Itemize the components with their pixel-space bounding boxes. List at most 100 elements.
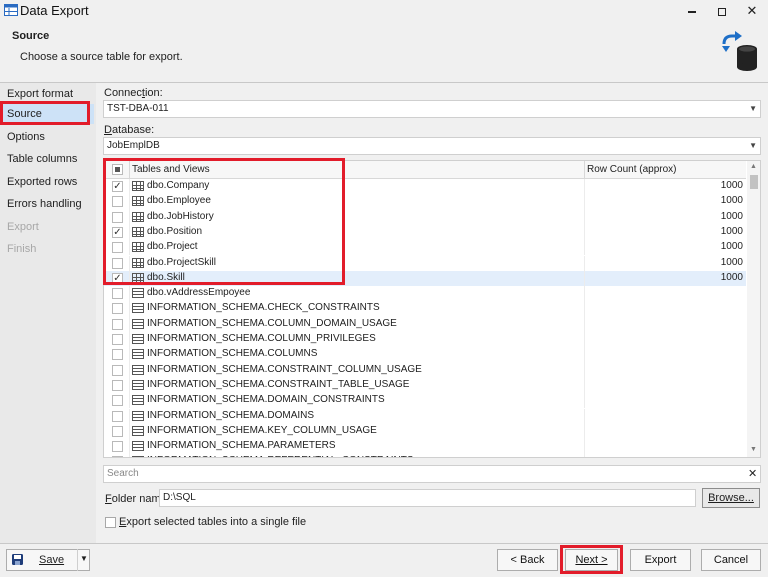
database-select[interactable]: JobEmplDB ▼ xyxy=(103,137,761,155)
search-input[interactable]: Search xyxy=(103,465,761,483)
nav-item-export: Export xyxy=(7,221,39,233)
row-checkbox[interactable] xyxy=(112,410,123,422)
minimize-button[interactable] xyxy=(680,0,704,22)
row-count: 1000 xyxy=(720,225,743,237)
single-file-checkbox[interactable] xyxy=(105,517,116,528)
save-dropdown-arrow[interactable]: ▼ xyxy=(77,549,90,571)
table-row[interactable]: INFORMATION_SCHEMA.COLUMNS xyxy=(104,347,746,363)
row-checkbox[interactable] xyxy=(112,318,123,330)
row-count: 1000 xyxy=(720,195,743,207)
table-row[interactable]: dbo.vAddressEmpoyee xyxy=(104,286,746,302)
connection-label: Connection: xyxy=(104,87,163,99)
view-icon xyxy=(132,349,144,360)
table-row[interactable]: INFORMATION_SCHEMA.CONSTRAINT_TABLE_USAG… xyxy=(104,377,746,394)
table-name: INFORMATION_SCHEMA.CHECK_CONSTRAINTS xyxy=(147,302,380,314)
scroll-up-icon: ▲ xyxy=(750,163,757,170)
table-row[interactable]: INFORMATION_SCHEMA.COLUMN_PRIVILEGES xyxy=(104,332,746,348)
view-icon xyxy=(132,441,144,452)
close-button[interactable]: ✕ xyxy=(740,0,764,22)
nav-item-table-columns[interactable]: Table columns xyxy=(2,149,94,169)
table-row[interactable]: INFORMATION_SCHEMA.REFERENTIAL_CONSTRAIN… xyxy=(104,454,746,457)
table-row[interactable]: INFORMATION_SCHEMA.DOMAINS xyxy=(104,408,746,424)
grid-scrollbar[interactable]: ▲ ▼ xyxy=(747,161,760,457)
single-file-label[interactable]: Export selected tables into a single fil… xyxy=(119,516,306,528)
back-button[interactable]: < Back xyxy=(497,549,558,571)
browse-button[interactable]: Browse... xyxy=(702,488,760,508)
view-icon xyxy=(132,425,144,436)
database-value: JobEmplDB xyxy=(107,140,160,151)
database-label: Database: xyxy=(104,124,155,136)
page-subtitle: Choose a source table for export. xyxy=(20,51,183,63)
nav-item-errors-handling[interactable]: Errors handling xyxy=(2,194,94,214)
close-icon: ✕ xyxy=(746,3,758,18)
clear-search-icon[interactable]: ✕ xyxy=(748,467,757,480)
chevron-down-icon: ▼ xyxy=(749,141,757,150)
view-icon xyxy=(132,410,144,421)
export-button-label: Export xyxy=(644,554,677,566)
view-icon xyxy=(132,456,144,457)
table-row[interactable]: INFORMATION_SCHEMA.CONSTRAINT_COLUMN_USA… xyxy=(104,362,746,378)
nav-item-finish: Finish xyxy=(7,243,37,255)
row-count: 1000 xyxy=(720,180,743,191)
next-highlight-box xyxy=(560,545,623,574)
floppy-disk-icon xyxy=(12,554,23,565)
table-name: INFORMATION_SCHEMA.DOMAINS xyxy=(147,409,315,421)
nav-item-exported-rows[interactable]: Exported rows xyxy=(2,172,94,192)
folder-name-input[interactable]: D:\SQL xyxy=(159,489,696,507)
table-row[interactable]: INFORMATION_SCHEMA.PARAMETERS xyxy=(104,439,746,455)
table-name: INFORMATION_SCHEMA.KEY_COLUMN_USAGE xyxy=(147,424,377,436)
row-checkbox[interactable] xyxy=(112,334,123,345)
row-count: 1000 xyxy=(720,210,743,222)
row-checkbox[interactable] xyxy=(112,441,123,453)
view-icon xyxy=(132,379,144,390)
page-title: Source xyxy=(12,30,50,42)
row-checkbox[interactable] xyxy=(112,349,123,361)
table-name: INFORMATION_SCHEMA.CONSTRAINT_COLUMN_USA… xyxy=(147,363,422,375)
table-row[interactable]: INFORMATION_SCHEMA.DOMAIN_CONSTRAINTS xyxy=(104,393,746,409)
nav-item-options[interactable]: Options xyxy=(2,127,94,147)
row-checkbox[interactable] xyxy=(112,288,123,300)
view-icon xyxy=(132,318,144,329)
row-checkbox[interactable] xyxy=(112,425,123,437)
table-name: INFORMATION_SCHEMA.COLUMNS xyxy=(147,348,318,360)
column-header-row-count[interactable]: Row Count (approx) xyxy=(587,161,676,179)
grid-scroll-thumb[interactable] xyxy=(750,175,758,189)
row-checkbox[interactable] xyxy=(112,456,123,457)
connection-value: TST-DBA-011 xyxy=(107,103,169,114)
row-checkbox[interactable] xyxy=(112,395,123,407)
row-count: 1000 xyxy=(720,241,743,253)
table-name: INFORMATION_SCHEMA.COLUMN_DOMAIN_USAGE xyxy=(147,317,397,329)
cancel-button-label: Cancel xyxy=(713,554,749,566)
database-export-icon xyxy=(722,31,757,71)
chevron-down-icon: ▼ xyxy=(80,554,88,563)
view-icon xyxy=(132,395,144,406)
maximize-button[interactable] xyxy=(710,0,734,22)
table-row[interactable]: INFORMATION_SCHEMA.CHECK_CONSTRAINTS xyxy=(104,301,746,317)
chevron-down-icon: ▼ xyxy=(749,104,757,113)
view-icon xyxy=(132,364,144,375)
table-row[interactable]: INFORMATION_SCHEMA.COLUMN_DOMAIN_USAGE xyxy=(104,316,746,332)
view-icon xyxy=(132,303,144,314)
table-row[interactable]: INFORMATION_SCHEMA.KEY_COLUMN_USAGE xyxy=(104,423,746,440)
table-name: INFORMATION_SCHEMA.PARAMETERS xyxy=(147,440,336,452)
save-button-label: Save xyxy=(39,554,65,566)
cancel-button[interactable]: Cancel xyxy=(701,549,761,571)
checked-tables-highlight-box xyxy=(103,158,345,285)
wizard-header xyxy=(0,22,768,78)
table-name: INFORMATION_SCHEMA.COLUMN_PRIVILEGES xyxy=(147,333,376,344)
row-count: 1000 xyxy=(720,256,743,268)
view-icon xyxy=(132,334,144,344)
export-button[interactable]: Export xyxy=(630,549,691,571)
row-checkbox[interactable] xyxy=(112,364,123,376)
connection-select[interactable]: TST-DBA-011 ▼ xyxy=(103,100,761,118)
view-icon xyxy=(132,288,144,299)
row-checkbox[interactable] xyxy=(112,303,123,315)
back-button-label: < Back xyxy=(510,554,545,566)
table-name: INFORMATION_SCHEMA.CONSTRAINT_TABLE_USAG… xyxy=(147,378,410,390)
window-title: Data Export xyxy=(20,3,89,18)
table-name: INFORMATION_SCHEMA.DOMAIN_CONSTRAINTS xyxy=(147,394,385,406)
minimize-icon xyxy=(688,10,696,13)
data-export-icon xyxy=(4,4,18,16)
row-checkbox[interactable] xyxy=(112,379,123,391)
browse-button-label: Browse... xyxy=(708,492,754,504)
